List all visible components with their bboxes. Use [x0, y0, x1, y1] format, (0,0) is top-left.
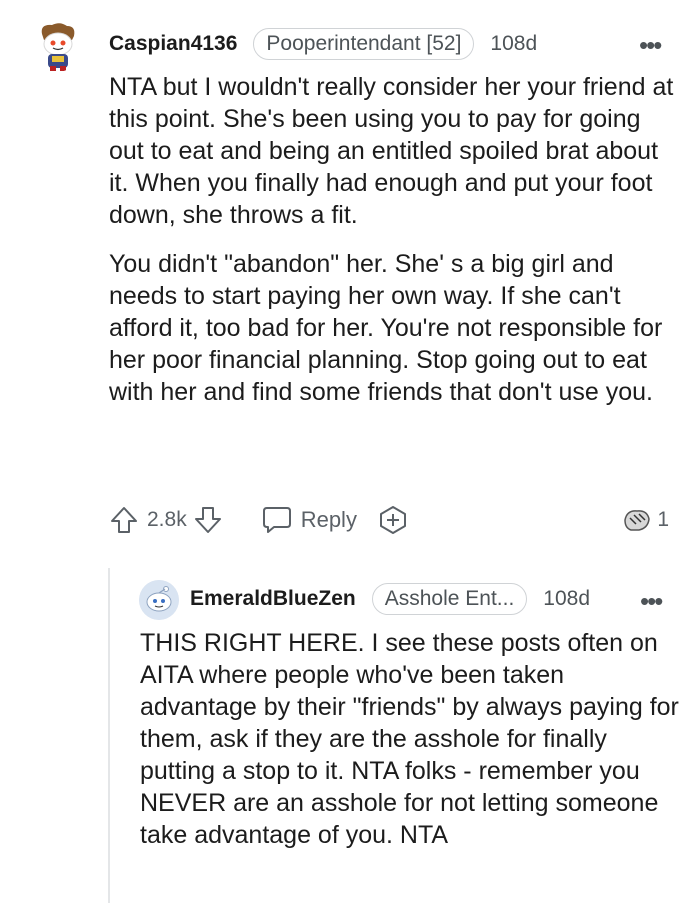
comment-meta: Caspian4136 Pooperintendant [52] 108d: [109, 28, 537, 60]
reply-username[interactable]: EmeraldBlueZen: [190, 587, 356, 611]
more-options-icon[interactable]: •••: [639, 32, 662, 58]
reply-avatar[interactable]: [139, 580, 179, 620]
comment-age: 108d: [490, 32, 538, 55]
user-avatar[interactable]: [32, 20, 82, 72]
upvote-button[interactable]: [109, 505, 139, 535]
reply-paragraph-1: THIS RIGHT HERE. I see these posts often…: [140, 629, 679, 849]
upvote-arrow-icon: [111, 507, 137, 533]
snoo-avatar-icon: [139, 580, 179, 620]
helpful-award-icon: [624, 510, 651, 531]
reply-more-options-icon[interactable]: •••: [640, 588, 663, 614]
comment-paragraph-2: You didn't "abandon" her. She' s a big g…: [109, 250, 663, 406]
reply-meta: EmeraldBlueZen Asshole Ent... 108d: [190, 583, 590, 615]
downvote-button[interactable]: [193, 505, 223, 535]
award-button[interactable]: [377, 504, 409, 536]
comment-actions: 2.8k Reply 1: [109, 504, 669, 536]
reply-label: Reply: [300, 507, 357, 532]
comment-body: NTA but I wouldn't really consider her y…: [109, 71, 679, 425]
reply-bubble-icon: [262, 507, 291, 533]
award-count: 1: [657, 508, 669, 531]
reply-age: 108d: [543, 587, 591, 610]
thread-line[interactable]: [108, 568, 110, 903]
award-badge[interactable]: 1: [621, 506, 669, 534]
username[interactable]: Caspian4136: [109, 32, 237, 56]
reply-body: THIS RIGHT HERE. I see these posts often…: [140, 627, 680, 868]
add-award-icon: [379, 506, 406, 534]
downvote-arrow-icon: [194, 507, 221, 533]
reply-flair: Asshole Ent...: [371, 583, 528, 615]
comment-paragraph-1: NTA but I wouldn't really consider her y…: [109, 73, 674, 229]
vote-count: 2.8k: [147, 508, 187, 531]
user-flair: Pooperintendant [52]: [253, 28, 475, 60]
reply-button[interactable]: Reply: [261, 505, 357, 535]
snoo-avatar-icon: [41, 23, 75, 71]
